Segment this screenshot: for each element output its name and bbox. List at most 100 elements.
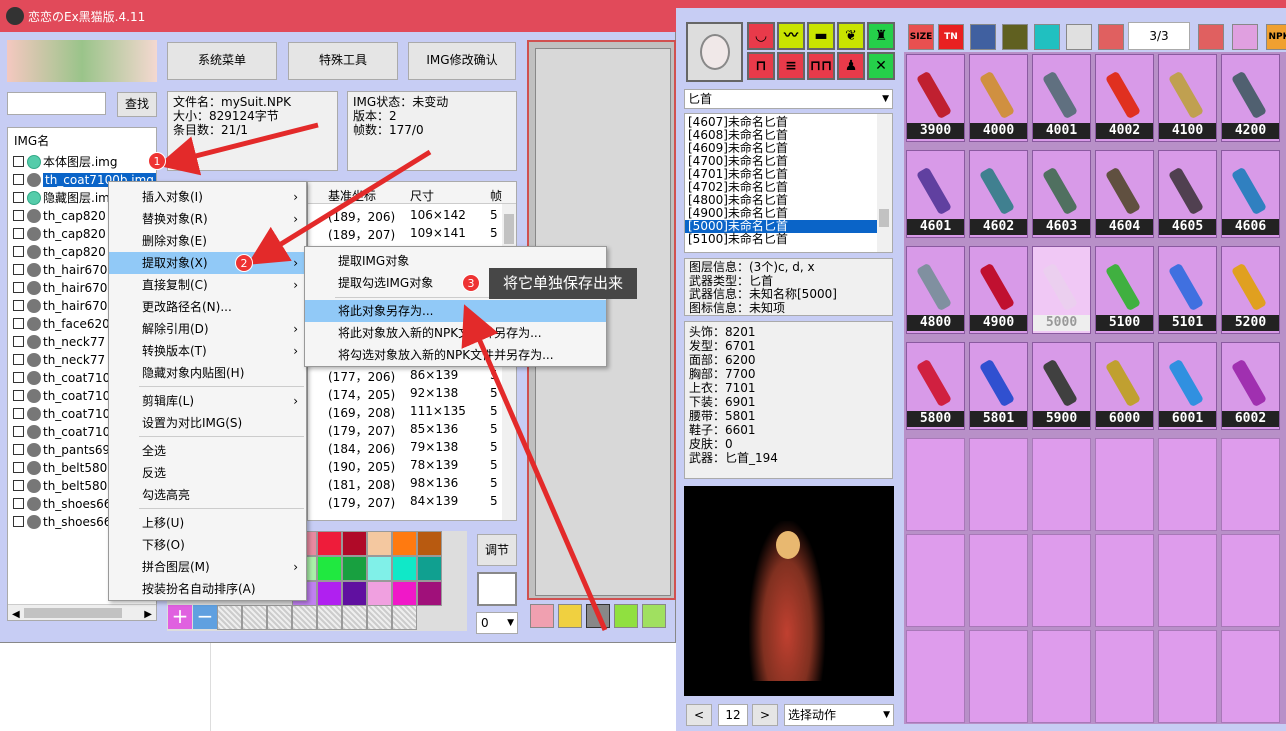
weapon-cell[interactable]: 4601 — [906, 150, 965, 238]
weapon-cell[interactable]: 4002 — [1095, 54, 1154, 142]
equip-slot-button[interactable]: ⊓⊓ — [807, 52, 835, 80]
equip-slot-button[interactable]: ❦ — [837, 22, 865, 50]
weapon-id-label: 6000 — [1096, 411, 1153, 427]
weapon-id-label: 5101 — [1159, 315, 1216, 331]
empty-cell[interactable] — [1158, 438, 1217, 531]
equip-slot-button[interactable]: ✕ — [867, 52, 895, 80]
equip-info-line: 上衣：7101 — [689, 381, 756, 395]
prev-frame-button[interactable]: < — [686, 704, 712, 726]
empty-cell[interactable] — [1032, 630, 1091, 723]
weapon-cell[interactable]: 5801 — [969, 342, 1028, 430]
arrow-1 — [157, 122, 319, 176]
toolbar-icon[interactable] — [1098, 24, 1124, 50]
right-title-bar — [676, 0, 1286, 8]
empty-cell[interactable] — [1221, 534, 1280, 627]
character-portrait[interactable] — [686, 22, 743, 82]
dagger-icon — [1104, 262, 1142, 312]
layer-info-line: 图层信息：(3个)c, d, x — [689, 260, 815, 274]
layer-info-line: 武器类型：匕首 — [689, 273, 774, 288]
weapon-id-label: 5800 — [907, 411, 964, 427]
weapon-cell[interactable]: 4605 — [1158, 150, 1217, 238]
weapon-id-label: 4602 — [970, 219, 1027, 235]
weapon-cell[interactable]: 5101 — [1158, 246, 1217, 334]
equip-info-line: 头饰：8201 — [689, 325, 756, 339]
weapon-cell[interactable]: 6001 — [1158, 342, 1217, 430]
weapon-cell[interactable]: 5200 — [1221, 246, 1280, 334]
weapon-cell[interactable]: 6000 — [1095, 342, 1154, 430]
equip-info-line: 皮肤：0 — [689, 437, 733, 451]
vertical-scrollbar[interactable] — [877, 114, 892, 252]
toolbar-icon[interactable]: TN — [938, 24, 964, 50]
weapon-cell[interactable]: 5800 — [906, 342, 965, 430]
equip-slot-button[interactable]: ≡ — [777, 52, 805, 80]
empty-cell[interactable] — [1221, 630, 1280, 723]
dagger-icon — [915, 358, 953, 408]
weapon-cell[interactable]: 4200 — [1221, 54, 1280, 142]
dagger-icon — [1041, 166, 1079, 216]
equip-slot-button[interactable]: ⊓ — [747, 52, 775, 80]
empty-cell[interactable] — [906, 630, 965, 723]
toolbar-icon[interactable] — [1198, 24, 1224, 50]
arrow-3 — [461, 304, 608, 631]
toolbar-icon[interactable] — [970, 24, 996, 50]
category-select[interactable]: 匕首 ▼ — [684, 89, 893, 109]
equip-info-panel: 头饰：8201 发型：6701 面部：6200 胸部：7700 上衣：7101 下装：69… — [684, 321, 893, 479]
empty-cell[interactable] — [1095, 534, 1154, 627]
equip-slot-button[interactable]: ♜ — [867, 22, 895, 50]
weapon-id-label: 3900 — [907, 123, 964, 139]
weapon-cell[interactable]: 3900 — [906, 54, 965, 142]
empty-cell[interactable] — [1221, 438, 1280, 531]
weapon-id-label: 4001 — [1033, 123, 1090, 139]
weapon-cell[interactable]: 4900 — [969, 246, 1028, 334]
action-select-value: 选择动作 — [788, 708, 837, 722]
empty-cell[interactable] — [1095, 438, 1154, 531]
weapon-id-label: 4601 — [907, 219, 964, 235]
dagger-icon — [978, 262, 1016, 312]
weapon-cell[interactable]: 5000 — [1032, 246, 1091, 334]
toolbar-icon[interactable] — [1066, 24, 1092, 50]
equip-slot-button[interactable]: 〰 — [777, 22, 805, 50]
empty-cell[interactable] — [1032, 438, 1091, 531]
equip-info-line: 下装：6901 — [689, 395, 756, 409]
empty-cell[interactable] — [1158, 534, 1217, 627]
toolbar-icon[interactable]: NPK — [1266, 24, 1286, 50]
weapon-cell[interactable]: 4604 — [1095, 150, 1154, 238]
weapon-cell[interactable]: 5900 — [1032, 342, 1091, 430]
equip-slot-button[interactable]: ◡ — [747, 22, 775, 50]
equip-slot-button[interactable]: ♟ — [837, 52, 865, 80]
weapon-cell[interactable]: 4603 — [1032, 150, 1091, 238]
next-frame-button[interactable]: > — [752, 704, 778, 726]
toolbar-icon[interactable] — [1232, 24, 1258, 50]
weapon-cell[interactable]: 5100 — [1095, 246, 1154, 334]
weapon-list[interactable]: [4607]未命名匕首 [4608]未命名匕首 [4609]未命名匕首 [4700]未… — [684, 113, 893, 253]
dagger-icon — [1230, 70, 1268, 120]
equip-slot-button[interactable]: ▬ — [807, 22, 835, 50]
action-select[interactable]: 选择动作 ▼ — [784, 704, 894, 726]
toolbar-icon[interactable] — [1034, 24, 1060, 50]
weapon-list-item[interactable]: [5100]未命名匕首 — [685, 233, 892, 246]
empty-cell[interactable] — [1158, 630, 1217, 723]
weapon-id-label: 4604 — [1096, 219, 1153, 235]
weapon-cell[interactable]: 6002 — [1221, 342, 1280, 430]
weapon-id-label: 4800 — [907, 315, 964, 331]
toolbar-icon[interactable] — [1002, 24, 1028, 50]
weapon-id-label: 5200 — [1222, 315, 1279, 331]
frame-number: 12 — [718, 704, 748, 726]
empty-cell[interactable] — [969, 534, 1028, 627]
weapon-cell[interactable]: 4602 — [969, 150, 1028, 238]
weapon-cell[interactable]: 4100 — [1158, 54, 1217, 142]
dagger-icon — [1104, 358, 1142, 408]
weapon-cell[interactable]: 4606 — [1221, 150, 1280, 238]
empty-cell[interactable] — [1095, 630, 1154, 723]
chevron-down-icon: ▼ — [882, 94, 889, 104]
empty-cell[interactable] — [1032, 534, 1091, 627]
weapon-cell[interactable]: 4800 — [906, 246, 965, 334]
weapon-cell[interactable]: 4000 — [969, 54, 1028, 142]
empty-cell[interactable] — [969, 630, 1028, 723]
empty-cell[interactable] — [906, 534, 965, 627]
empty-cell[interactable] — [906, 438, 965, 531]
weapon-cell[interactable]: 4001 — [1032, 54, 1091, 142]
dagger-icon — [978, 166, 1016, 216]
empty-cell[interactable] — [969, 438, 1028, 531]
toolbar-icon[interactable]: SIZE — [908, 24, 934, 50]
